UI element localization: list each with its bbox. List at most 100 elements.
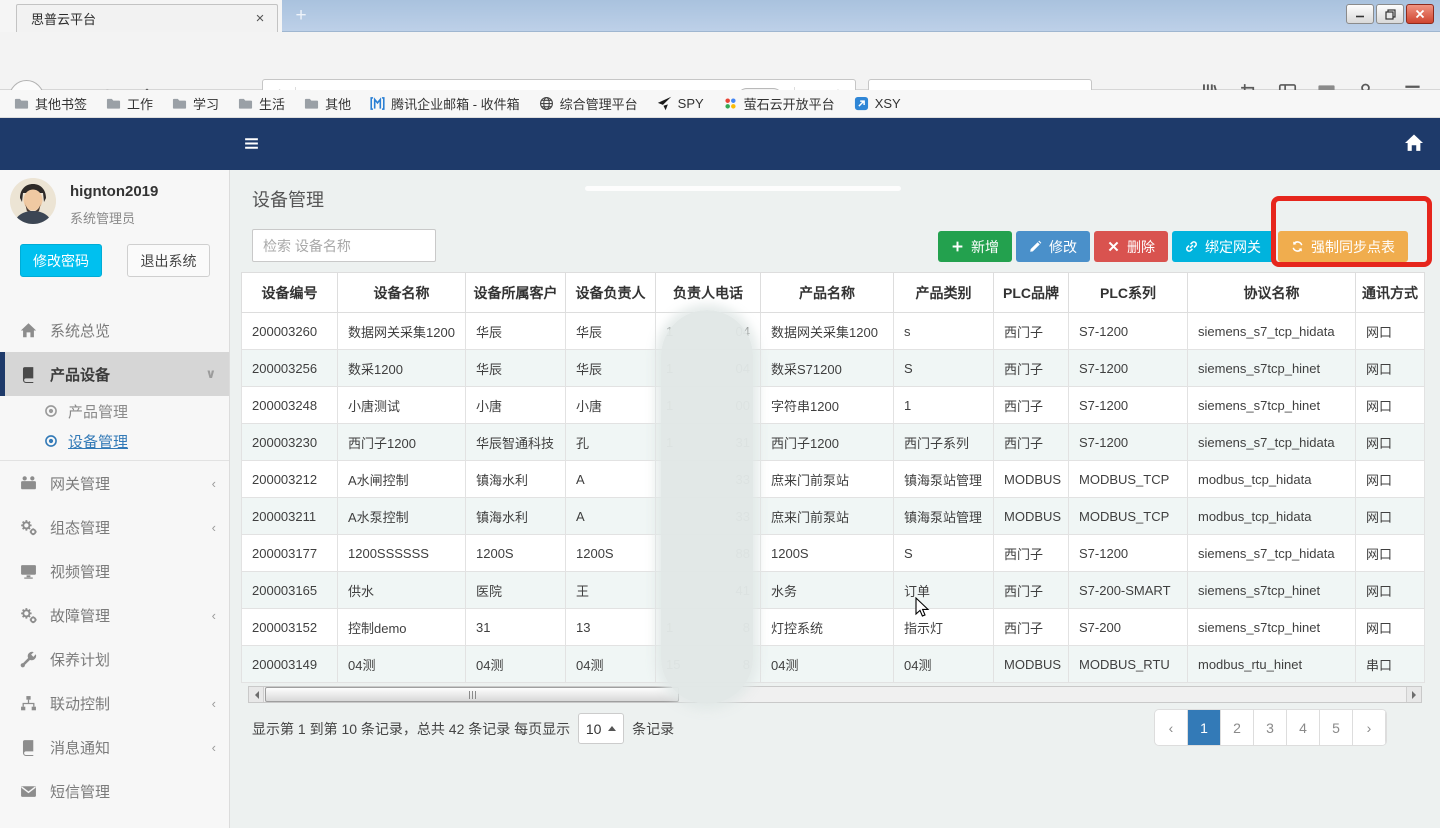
bookmark-item[interactable]: SPY <box>657 96 704 111</box>
sidebar-subitem[interactable]: 设备管理 <box>0 426 230 456</box>
sidebar-item[interactable]: 联动控制 ‹ <box>0 681 230 725</box>
toolbar-button[interactable]: 新增 <box>938 231 1012 262</box>
sidebar-collapse-icon[interactable] <box>243 135 260 152</box>
cell-device-name: 控制demo <box>338 609 466 646</box>
browser-tab[interactable]: 思普云平台 × <box>16 4 278 32</box>
column-header[interactable]: 设备名称 <box>338 273 466 313</box>
column-header[interactable]: PLC品牌 <box>994 273 1069 313</box>
toolbar-button[interactable]: 强制同步点表 <box>1278 231 1408 262</box>
column-header[interactable]: 设备负责人 <box>566 273 656 313</box>
cell-protocol: siemens_s7_tcp_hidata <box>1188 535 1356 572</box>
sidebar-item[interactable]: 网关管理 ‹ <box>0 461 230 505</box>
sidebar-item[interactable]: 系统总览 <box>0 308 230 352</box>
device-table: 设备编号 设备名称 设备所属客户 设备负责人 负责人电话 产品名称 产品类别 P… <box>241 272 1425 683</box>
column-header[interactable]: 产品名称 <box>761 273 894 313</box>
toolbar-button[interactable]: 删除 <box>1094 231 1168 262</box>
bookmark-item[interactable]: 其他 <box>304 94 351 113</box>
scroll-right-arrow[interactable] <box>1406 687 1421 702</box>
table-row[interactable]: 200003248 小唐测试 小唐 小唐 100 字符串1200 1 西门子 S… <box>242 387 1425 424</box>
table-row[interactable]: 200003152 控制demo 31 13 18 灯控系统 指示灯 西门子 S… <box>242 609 1425 646</box>
app-home-icon[interactable] <box>1404 133 1424 153</box>
bookmark-item[interactable]: 萤石云开放平台 <box>723 94 835 113</box>
close-button[interactable] <box>1406 4 1434 24</box>
page-button-label: › <box>1367 720 1372 736</box>
bookmark-item[interactable]: 工作 <box>106 94 153 113</box>
cell-device-name: 供水 <box>338 572 466 609</box>
table-row[interactable]: 200003165 供水 医院 王 41 水务 订单 西门子 S7-200-SM… <box>242 572 1425 609</box>
column-header[interactable]: 负责人电话 <box>656 273 761 313</box>
sidebar-subitem-label: 产品管理 <box>68 401 128 422</box>
sidebar-item-icon <box>20 695 37 712</box>
column-header[interactable]: 协议名称 <box>1188 273 1356 313</box>
cell-owner: 1200S <box>566 535 656 572</box>
table-row[interactable]: 200003256 数采1200 华辰 华辰 104 数采S71200 S 西门… <box>242 350 1425 387</box>
highlight-streak <box>585 186 901 191</box>
bookmark-item[interactable]: 其他书签 <box>14 94 87 113</box>
column-header[interactable]: 产品类别 <box>894 273 994 313</box>
page-button-label: 3 <box>1266 720 1274 736</box>
sidebar-item[interactable]: 空间管理 <box>0 813 230 828</box>
bookmark-item[interactable]: 腾讯企业邮箱 - 收件箱 <box>370 94 520 113</box>
table-row[interactable]: 200003177 1200SSSSSS 1200S 1200S 88 1200… <box>242 535 1425 572</box>
cell-product: 庶来门前泵站 <box>761 461 894 498</box>
page-size-select[interactable]: 10 <box>578 713 624 744</box>
page-button[interactable]: 4 <box>1287 710 1320 745</box>
toolbar-button-icon <box>1107 240 1120 253</box>
scroll-left-arrow[interactable] <box>249 687 264 702</box>
page-button[interactable]: 3 <box>1254 710 1287 745</box>
sidebar-item[interactable]: 故障管理 ‹ <box>0 593 230 637</box>
column-header[interactable]: 设备所属客户 <box>466 273 566 313</box>
cell-customer: 华辰 <box>466 350 566 387</box>
cell-product: 1200S <box>761 535 894 572</box>
bookmark-item[interactable]: 生活 <box>238 94 285 113</box>
cell-plc-series: S7-200-SMART <box>1069 572 1188 609</box>
sidebar-subitem-label: 设备管理 <box>68 431 128 452</box>
page-button[interactable]: › <box>1353 710 1386 745</box>
column-header[interactable]: 设备编号 <box>242 273 338 313</box>
sidebar-item[interactable]: 短信管理 <box>0 769 230 813</box>
sidebar-item-label: 组态管理 <box>50 517 212 538</box>
avatar[interactable] <box>10 178 56 224</box>
change-password-button[interactable]: 修改密码 <box>20 244 102 277</box>
minimize-button[interactable] <box>1346 4 1374 24</box>
restore-button[interactable] <box>1376 4 1404 24</box>
new-tab-button[interactable]: + <box>288 5 314 29</box>
bookmark-item[interactable]: 学习 <box>172 94 219 113</box>
column-header[interactable]: PLC系列 <box>1069 273 1188 313</box>
table-row[interactable]: 200003212 A水闸控制 镇海水利 A 33 庶来门前泵站 镇海泵站管理 … <box>242 461 1425 498</box>
sidebar-item[interactable]: 视频管理 <box>0 549 230 593</box>
cell-plc-brand: 西门子 <box>994 572 1069 609</box>
page-button[interactable]: ‹ <box>1155 710 1188 745</box>
table-row[interactable]: 200003260 数据网关采集1200 华辰 华辰 104 数据网关采集120… <box>242 313 1425 350</box>
cell-plc-series: S7-200 <box>1069 609 1188 646</box>
toolbar-button[interactable]: 修改 <box>1016 231 1090 262</box>
page-button-label: ‹ <box>1169 720 1174 736</box>
bookmark-label: 腾讯企业邮箱 - 收件箱 <box>391 94 520 113</box>
sidebar-subitem[interactable]: 产品管理 <box>0 396 230 426</box>
table-row[interactable]: 200003149 04测 04测 04测 158 04测 04测 MODBUS… <box>242 646 1425 683</box>
cell-plc-series: MODBUS_TCP <box>1069 498 1188 535</box>
table-row[interactable]: 200003211 A水泵控制 镇海水利 A 33 庶来门前泵站 镇海泵站管理 … <box>242 498 1425 535</box>
tab-close-icon[interactable]: × <box>251 10 269 27</box>
sidebar-item-label: 空间管理 <box>50 825 216 828</box>
page-button[interactable]: 2 <box>1221 710 1254 745</box>
sidebar-item[interactable]: 消息通知 ‹ <box>0 725 230 769</box>
horizontal-scrollbar[interactable] <box>248 686 1422 703</box>
sidebar-item[interactable]: 产品设备 ∨ <box>0 352 230 396</box>
cell-product: 灯控系统 <box>761 609 894 646</box>
bookmark-label: SPY <box>678 96 704 111</box>
bookmark-item[interactable]: 综合管理平台 <box>539 94 638 113</box>
logout-button[interactable]: 退出系统 <box>127 244 210 277</box>
column-header[interactable]: 通讯方式 <box>1356 273 1425 313</box>
page-button[interactable]: 1 <box>1188 710 1221 745</box>
table-row[interactable]: 200003230 西门子1200 华辰智通科技 孔 131 西门子1200 西… <box>242 424 1425 461</box>
scrollbar-thumb[interactable] <box>265 687 679 702</box>
sidebar-item[interactable]: 保养计划 <box>0 637 230 681</box>
username: hignton2019 <box>70 183 158 200</box>
sidebar-item[interactable]: 组态管理 ‹ <box>0 505 230 549</box>
cell-category: 1 <box>894 387 994 424</box>
toolbar-button[interactable]: 绑定网关 <box>1172 231 1274 262</box>
device-search-input[interactable] <box>252 229 436 262</box>
page-button[interactable]: 5 <box>1320 710 1353 745</box>
bookmark-item[interactable]: XSY <box>854 96 901 111</box>
